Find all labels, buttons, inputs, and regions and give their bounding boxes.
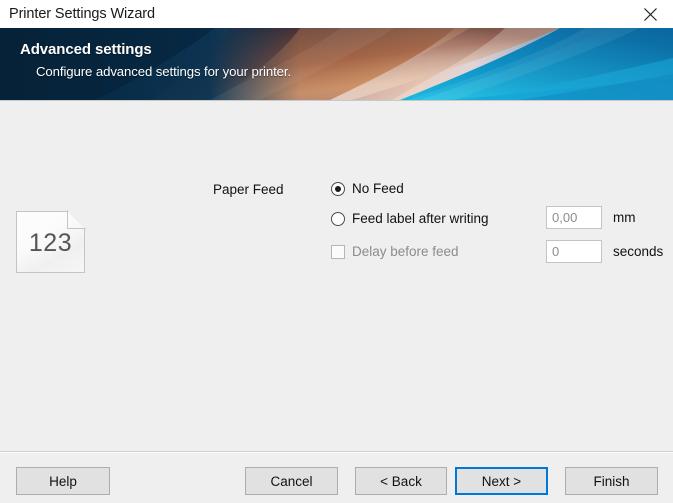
finish-button[interactable]: Finish	[565, 467, 658, 495]
cancel-button[interactable]: Cancel	[245, 467, 338, 495]
radio-no-feed[interactable]	[331, 182, 345, 196]
delay-seconds-input[interactable]: 0	[546, 240, 602, 263]
wizard-banner: Advanced settings Configure advanced set…	[0, 28, 673, 101]
window-titlebar: Printer Settings Wizard	[0, 0, 673, 28]
label-preview-icon: 123	[16, 211, 85, 273]
label-preview-text: 123	[16, 211, 85, 273]
back-button[interactable]: < Back	[355, 467, 447, 495]
wizard-footer: Help Cancel < Back Next > Finish	[0, 453, 673, 503]
close-button[interactable]	[627, 0, 673, 28]
delay-seconds-unit: seconds	[613, 244, 663, 259]
paper-feed-label: Paper Feed	[213, 182, 284, 197]
delay-seconds-group: 0 seconds	[546, 240, 663, 263]
option-feed-after-writing[interactable]: Feed label after writing	[331, 211, 489, 226]
close-icon	[644, 8, 657, 21]
banner-title: Advanced settings	[20, 41, 673, 58]
checkbox-delay-before-feed[interactable]	[331, 245, 345, 259]
radio-feed-after-writing[interactable]	[331, 212, 345, 226]
next-button[interactable]: Next >	[455, 467, 548, 495]
feed-distance-unit: mm	[613, 210, 636, 225]
option-no-feed[interactable]: No Feed	[331, 181, 404, 196]
wizard-content: 123 Paper Feed No Feed Feed label after …	[0, 101, 673, 452]
feed-distance-group: 0,00 mm	[546, 206, 636, 229]
feed-distance-input[interactable]: 0,00	[546, 206, 602, 229]
checkbox-delay-before-feed-label: Delay before feed	[352, 244, 459, 259]
help-button[interactable]: Help	[16, 467, 110, 495]
banner-subtitle: Configure advanced settings for your pri…	[36, 64, 673, 79]
window-title: Printer Settings Wizard	[0, 6, 155, 22]
radio-feed-after-writing-label[interactable]: Feed label after writing	[352, 211, 489, 226]
radio-no-feed-label[interactable]: No Feed	[352, 181, 404, 196]
option-delay-before-feed[interactable]: Delay before feed	[331, 244, 459, 259]
